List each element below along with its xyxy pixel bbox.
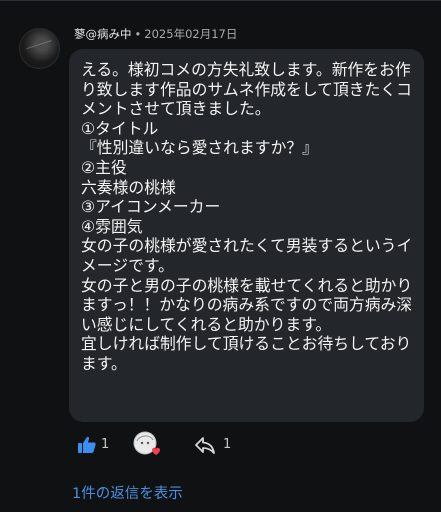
author-name[interactable]: 蓼@病み中 [74,27,132,41]
comment-text: える。様初コメの方失礼致します。新作をお作り致します作品のサムネ作成をして頂きた… [81,60,413,373]
avatar[interactable] [19,28,60,69]
reply-arrow-icon[interactable] [194,435,216,455]
thumbs-up-icon[interactable] [77,435,97,455]
like-count: 1 [101,437,110,452]
view-replies-link[interactable]: 1件の返信を表示 [72,482,183,503]
comment-date: 2025年02月17日 [144,27,238,41]
comment-meta: 蓼@病み中 • 2025年02月17日 [74,26,237,42]
creator-heart-icon [133,431,160,455]
reply-count: 1 [223,437,232,452]
top-divider [0,0,441,1]
meta-separator: • [134,27,142,41]
